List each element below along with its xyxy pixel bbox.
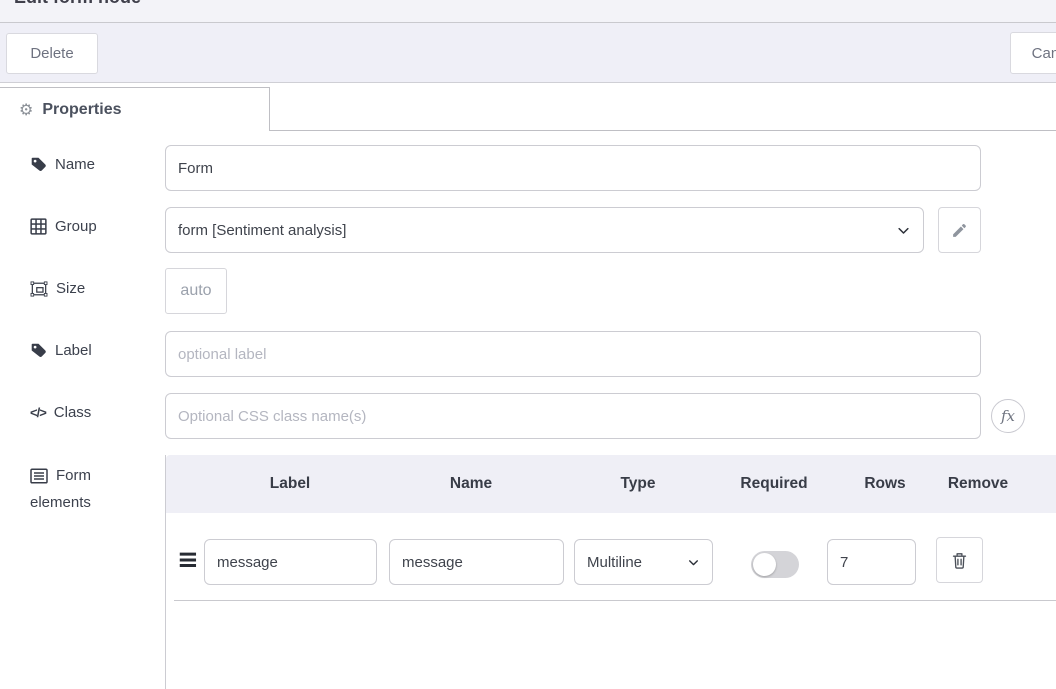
- class-input[interactable]: [165, 393, 981, 439]
- tab-properties[interactable]: ⚙ Properties: [0, 87, 270, 131]
- name-input[interactable]: [165, 145, 981, 191]
- column-header-type: Type: [620, 475, 655, 493]
- form-elements-label-text2: elements: [30, 494, 91, 511]
- pencil-icon: [951, 222, 968, 239]
- edit-form-node-dialog: Edit form node Delete Cancel ⚙ Propertie…: [0, 0, 1056, 689]
- column-header-label: Label: [270, 475, 310, 493]
- column-header-required: Required: [740, 475, 807, 493]
- group-select-value: form [Sentiment analysis]: [178, 222, 896, 239]
- tab-bar: ⚙ Properties: [0, 83, 1056, 131]
- form-elements-label-line2: elements: [30, 494, 91, 511]
- size-field-label-text: Size: [56, 280, 85, 297]
- delete-button[interactable]: Delete: [6, 33, 98, 74]
- toggle-knob: [753, 553, 776, 576]
- label-field-label-text: Label: [55, 342, 92, 359]
- column-header-name: Name: [450, 475, 492, 493]
- group-select[interactable]: form [Sentiment analysis]: [165, 207, 924, 253]
- element-label-input[interactable]: [204, 539, 377, 585]
- cancel-button[interactable]: Cancel: [1010, 32, 1056, 74]
- column-header-rows: Rows: [864, 475, 905, 493]
- row-separator: [174, 600, 1056, 601]
- dialog-header: Edit form node: [0, 0, 1056, 23]
- element-type-value: Multiline: [587, 554, 687, 571]
- label-input[interactable]: [165, 331, 981, 377]
- size-field-label: Size: [30, 280, 85, 297]
- element-type-select[interactable]: Multiline: [574, 539, 713, 585]
- element-rows-input[interactable]: [827, 539, 916, 585]
- class-field-label-text: Class: [54, 404, 92, 421]
- edit-group-button[interactable]: [938, 207, 981, 253]
- column-header-remove: Remove: [948, 475, 1008, 493]
- chevron-down-icon: [687, 556, 700, 569]
- remove-element-button[interactable]: [936, 537, 983, 583]
- trash-icon: [950, 551, 969, 570]
- class-field-label: </> Class: [30, 404, 91, 421]
- dialog-title: Edit form node: [14, 0, 1056, 8]
- gear-icon: ⚙: [19, 100, 33, 119]
- dialog-toolbar: Delete Cancel: [0, 23, 1056, 83]
- group-field-label: Group: [30, 218, 97, 235]
- name-field-label-text: Name: [55, 156, 95, 173]
- tag-icon: [30, 342, 47, 359]
- element-name-input[interactable]: [389, 539, 564, 585]
- size-auto-button[interactable]: auto: [165, 268, 227, 314]
- form-elements-label-line1: Form: [30, 467, 91, 484]
- tab-bar-underline: [270, 130, 1056, 131]
- chevron-down-icon: [896, 223, 911, 238]
- code-icon: </>: [30, 405, 46, 420]
- required-toggle[interactable]: [751, 551, 799, 578]
- form-elements-table-header: Label Name Type Required Rows Remove: [166, 455, 1056, 513]
- name-field-label: Name: [30, 156, 95, 173]
- group-field-label-text: Group: [55, 218, 97, 235]
- drag-handle-icon[interactable]: ≡: [177, 547, 199, 573]
- table-grid-icon: [30, 218, 47, 235]
- tag-icon: [30, 156, 47, 173]
- tab-label: Properties: [42, 101, 121, 119]
- expression-fx-button[interactable]: fx: [991, 399, 1025, 433]
- object-group-icon: [30, 281, 48, 297]
- form-elements-table: Label Name Type Required Rows Remove ≡ M…: [165, 455, 1056, 689]
- form-elements-label-text1: Form: [56, 467, 91, 484]
- label-field-label: Label: [30, 342, 92, 359]
- list-icon: [30, 468, 48, 484]
